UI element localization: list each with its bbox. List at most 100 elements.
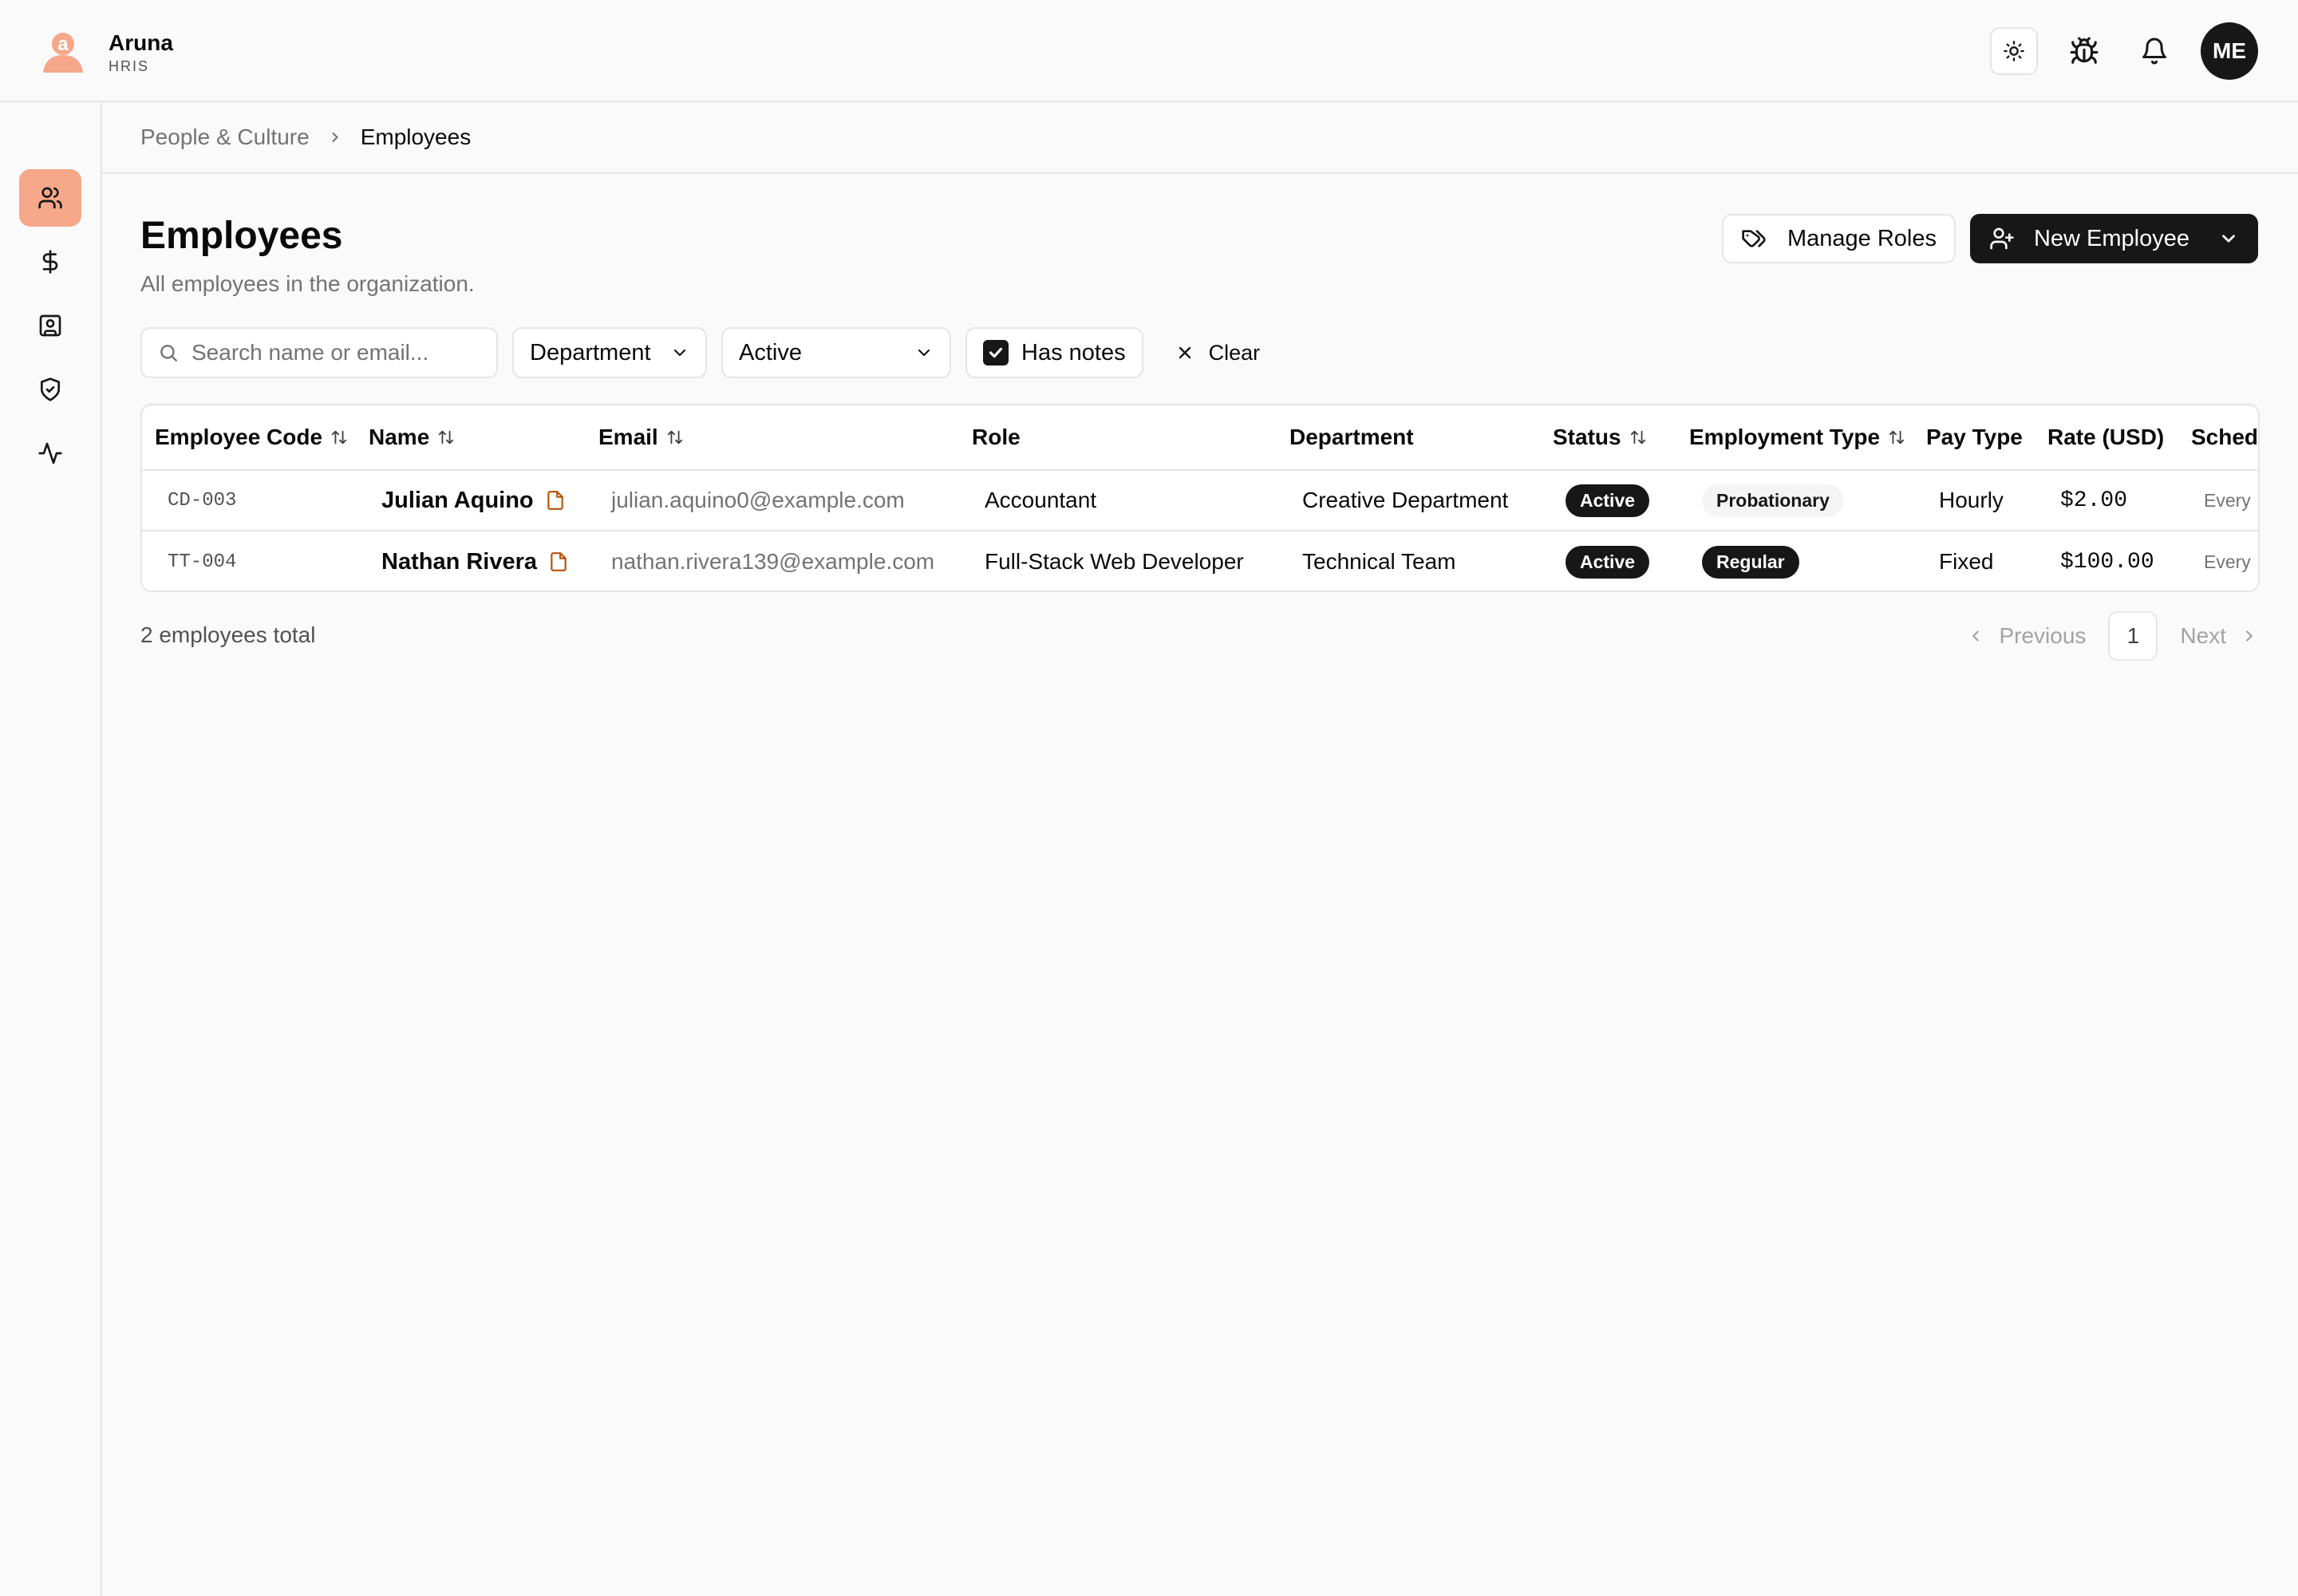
column-header-employment-type[interactable]: Employment Type [1689, 405, 1905, 469]
sidebar [0, 102, 102, 1596]
bug-report-button[interactable] [2060, 27, 2108, 75]
column-header-employment-type-label: Employment Type [1689, 425, 1881, 449]
employee-role: Accountant [985, 488, 1097, 512]
search-icon [160, 345, 177, 361]
has-notes-checkbox[interactable] [983, 340, 1009, 365]
breadcrumb-current: Employees [360, 124, 472, 149]
bug-icon [2070, 37, 2099, 64]
aruna-logo-icon: a [43, 33, 83, 73]
close-icon [1179, 346, 1190, 359]
previous-label: Previous [1999, 623, 2087, 648]
column-header-email[interactable]: Email [598, 405, 684, 469]
has-notes-toggle[interactable]: Has notes [965, 327, 1143, 378]
new-employee-button[interactable]: New Employee [1969, 214, 2258, 263]
page-number-button[interactable]: 1 [2108, 611, 2158, 661]
column-header-department: Department [1289, 425, 1414, 449]
employees-total: 2 employees total [140, 622, 316, 647]
employee-name-cell[interactable]: Julian Aquino [381, 471, 566, 530]
has-notes-label: Has notes [1021, 339, 1126, 365]
dollar-icon [42, 250, 58, 274]
app-subtitle: HRIS [109, 58, 150, 74]
column-header-schedule: Sched [2191, 425, 2259, 449]
manage-roles-button[interactable]: Manage Roles [1721, 214, 1956, 263]
employment-type-badge: Regular [1702, 545, 1799, 579]
sidebar-item-activity[interactable] [19, 425, 81, 482]
clear-filters-button[interactable]: Clear [1175, 340, 1261, 365]
employee-code: TT-004 [168, 551, 237, 573]
sort-icon [1888, 429, 1905, 446]
app-name: Aruna [109, 30, 173, 55]
employee-name: Nathan Rivera [381, 548, 538, 575]
sort-icon [437, 429, 455, 446]
employee-pay-type: Hourly [1939, 488, 2004, 512]
column-header-name[interactable]: Name [369, 405, 455, 469]
sidebar-item-directory[interactable] [19, 297, 81, 354]
bell-icon [2142, 38, 2166, 65]
next-page-button[interactable]: Next [2180, 623, 2258, 649]
breadcrumb: People & Culture Employees [102, 102, 2298, 174]
chevron-right-icon [327, 129, 343, 145]
note-icon[interactable] [545, 490, 566, 511]
sidebar-item-payroll[interactable] [19, 233, 81, 290]
department-select-value: Department [530, 339, 651, 365]
chevron-down-icon[interactable] [2218, 228, 2239, 249]
employee-email: julian.aquino0@example.com [611, 488, 905, 512]
employee-role: Full-Stack Web Developer [985, 549, 1244, 574]
employee-email: nathan.rivera139@example.com [611, 549, 935, 574]
search-box[interactable] [140, 327, 498, 378]
employee-rate: $2.00 [2060, 488, 2128, 513]
column-header-rate: Rate (USD) [2047, 425, 2165, 449]
column-header-name-label: Name [369, 425, 430, 449]
employee-schedule: Every [2204, 551, 2251, 572]
column-header-role: Role [972, 425, 1021, 449]
user-avatar[interactable]: ME [2201, 22, 2258, 80]
theme-toggle-button[interactable] [1990, 27, 2038, 75]
department-select[interactable]: Department [512, 327, 707, 378]
sun-icon [2004, 41, 2024, 61]
table-row[interactable]: CD-003 Julian Aquino julian.aquino0@exam… [142, 471, 2258, 531]
chevron-left-icon [1972, 630, 1980, 642]
manage-roles-label: Manage Roles [1787, 225, 1937, 251]
employment-type-badge: Probationary [1702, 484, 1844, 517]
chevron-down-icon [918, 349, 930, 357]
user-plus-icon [1990, 227, 2014, 250]
column-header-code[interactable]: Employee Code [155, 405, 348, 469]
table-header-row: Employee Code Name Email Role Department… [142, 405, 2258, 471]
employee-schedule: Every [2204, 489, 2251, 511]
sidebar-item-security[interactable] [19, 361, 81, 418]
column-header-pay-type: Pay Type [1926, 425, 2023, 449]
pagination: Previous 1 Next [1967, 611, 2258, 661]
chevron-down-icon [673, 349, 686, 357]
top-bar: a Aruna HRIS ME [0, 0, 2298, 102]
sort-icon [1629, 429, 1647, 446]
employee-rate: $100.00 [2060, 549, 2154, 575]
column-header-status[interactable]: Status [1553, 405, 1647, 469]
employees-table: Employee Code Name Email Role Department… [140, 404, 2260, 592]
previous-page-button[interactable]: Previous [1967, 623, 2086, 649]
new-employee-label: New Employee [2033, 225, 2189, 251]
status-select[interactable]: Active [721, 327, 951, 378]
note-icon[interactable] [548, 551, 569, 572]
sidebar-item-people[interactable] [19, 169, 81, 227]
column-header-status-label: Status [1553, 425, 1621, 449]
breadcrumb-parent[interactable]: People & Culture [140, 124, 310, 150]
employee-department: Technical Team [1302, 549, 1456, 574]
search-input[interactable] [192, 340, 479, 365]
notifications-button[interactable] [2130, 27, 2178, 75]
employee-department: Creative Department [1302, 488, 1509, 512]
shield-check-icon [41, 377, 60, 401]
column-header-email-label: Email [598, 425, 658, 449]
check-icon [989, 347, 1003, 358]
employee-pay-type: Fixed [1939, 549, 1994, 574]
svg-text:a: a [57, 34, 69, 55]
column-header-code-label: Employee Code [155, 425, 323, 449]
clear-filters-label: Clear [1208, 340, 1261, 365]
contact-card-icon [39, 314, 61, 337]
sort-icon [330, 429, 348, 446]
brand[interactable]: a Aruna HRIS [40, 29, 173, 75]
employee-name: Julian Aquino [381, 487, 534, 513]
employee-name-cell[interactable]: Nathan Rivera [381, 531, 569, 591]
employee-code: CD-003 [168, 489, 237, 512]
table-row[interactable]: TT-004 Nathan Rivera nathan.rivera139@ex… [142, 531, 2258, 591]
next-label: Next [2180, 623, 2226, 648]
